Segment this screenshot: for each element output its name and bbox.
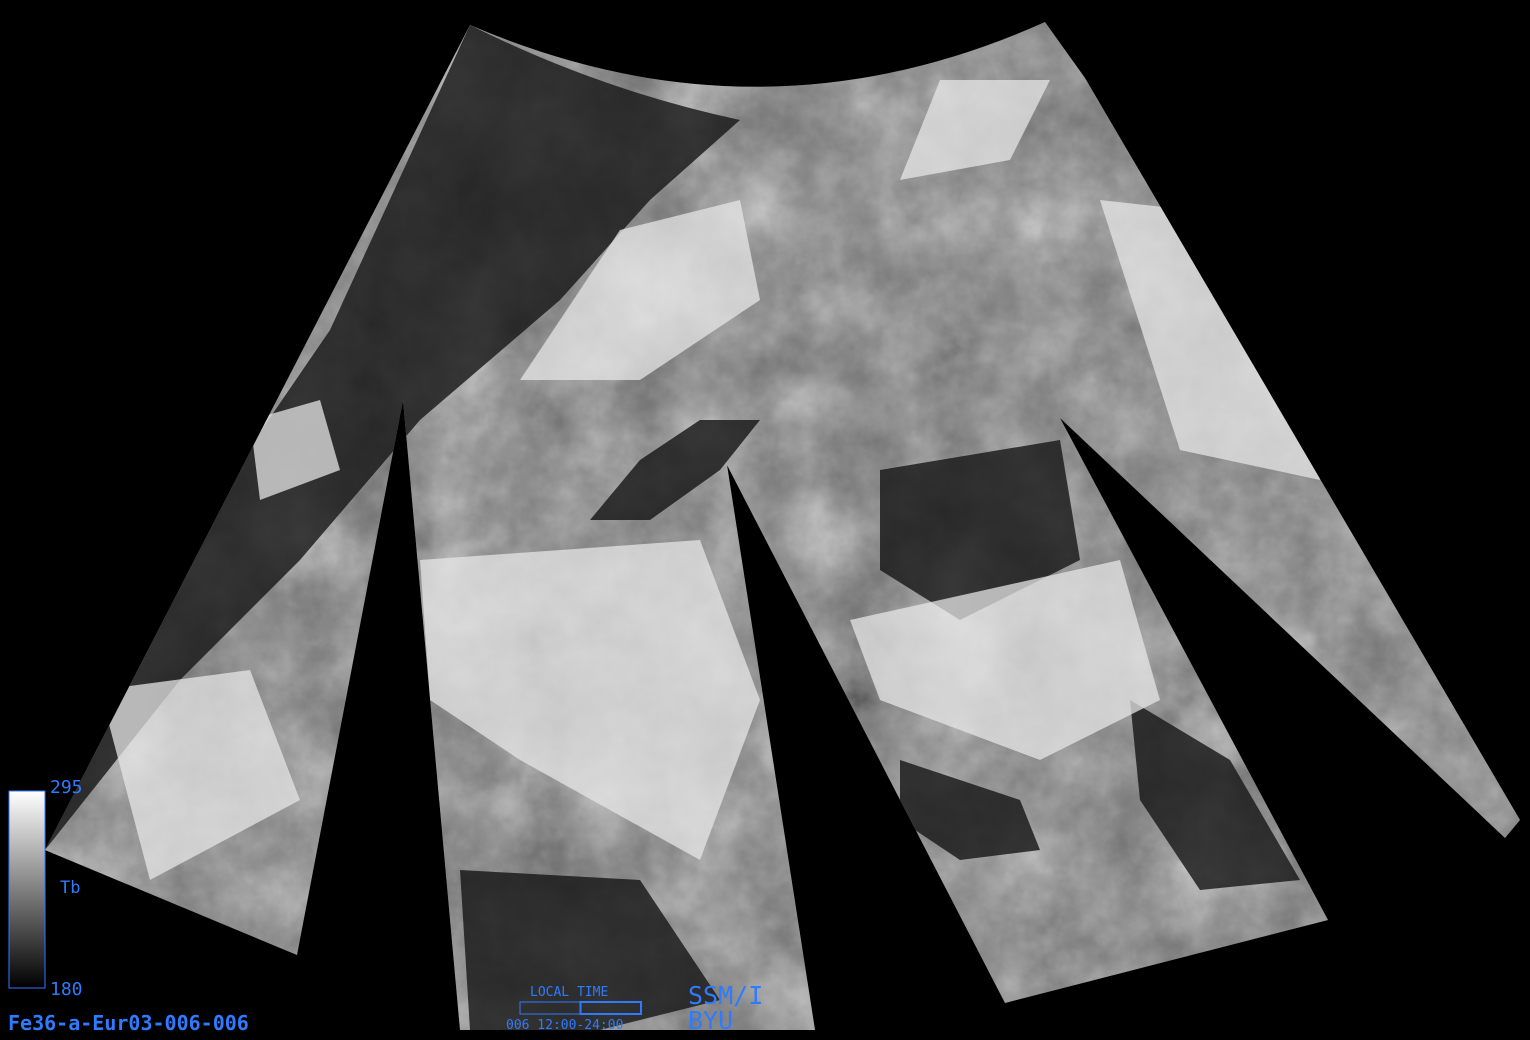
sensor-label: SSM/I: [688, 981, 764, 1010]
colorbar-variable-label: Tb: [60, 878, 81, 898]
colorbar-max-label: 295: [50, 777, 83, 798]
local-time-title: LOCAL TIME: [530, 985, 609, 1000]
brightness-temperature-map: [8, 22, 1520, 1030]
satellite-swaths: [45, 22, 1520, 1030]
image-id-label: Fe36-a-Eur03-006-006: [8, 1011, 249, 1035]
colorbar-min-label: 180: [50, 979, 83, 1000]
local-time-range: 006 12:00-24:00: [506, 1018, 624, 1033]
organization-label: BYU: [688, 1006, 734, 1035]
colorbar: [8, 790, 46, 989]
